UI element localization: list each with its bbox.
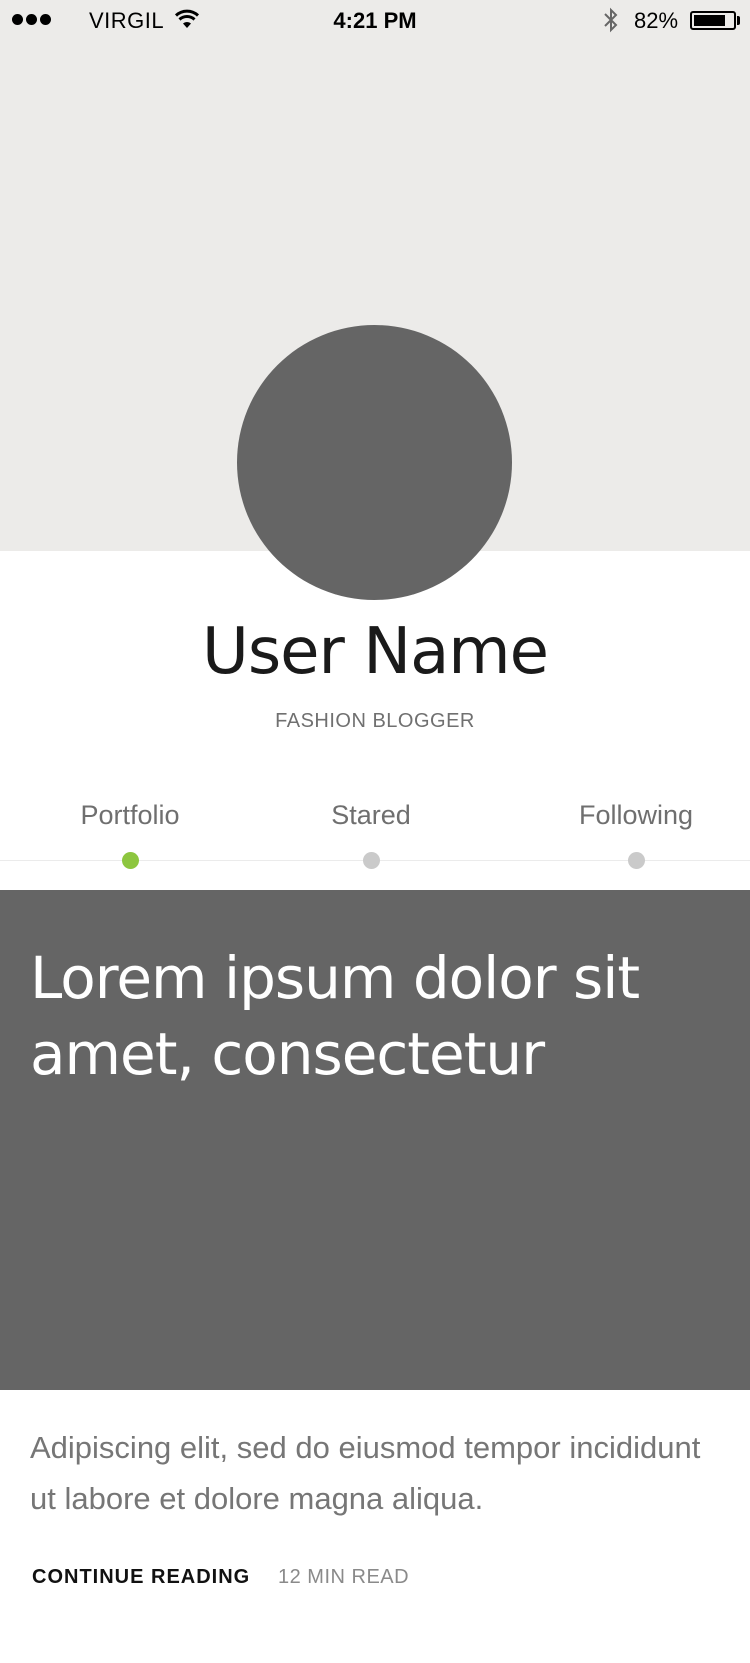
status-bar: VIRGIL 4:21 PM 82% [0,0,750,40]
article-excerpt: Adipiscing elit, sed do eiusmod tempor i… [30,1430,701,1516]
avatar[interactable] [237,325,512,600]
tab-stared[interactable]: Stared [330,800,412,869]
tab-label: Portfolio [80,800,180,830]
read-time: 12 MIN READ [278,1566,410,1588]
profile-tabs: Portfolio Stared Following [0,800,750,869]
tab-label: Following [578,800,694,830]
tab-indicator-dot [363,852,380,869]
tab-portfolio[interactable]: Portfolio [74,800,186,869]
continue-reading-link[interactable]: CONTINUE READING [32,1566,250,1589]
user-role: FASHION BLOGGER [275,710,475,732]
battery-icon [690,11,736,30]
battery-percent: 82% [634,8,679,33]
tab-indicator-dot [628,852,645,869]
tab-label: Stared [331,800,411,830]
tab-indicator-dot [122,852,139,869]
user-name: User Name [201,615,549,689]
tab-following[interactable]: Following [573,800,699,869]
bluetooth-icon [601,6,621,34]
article-title: Lorem ipsum dolor sit amet, consectetur [30,944,640,1088]
